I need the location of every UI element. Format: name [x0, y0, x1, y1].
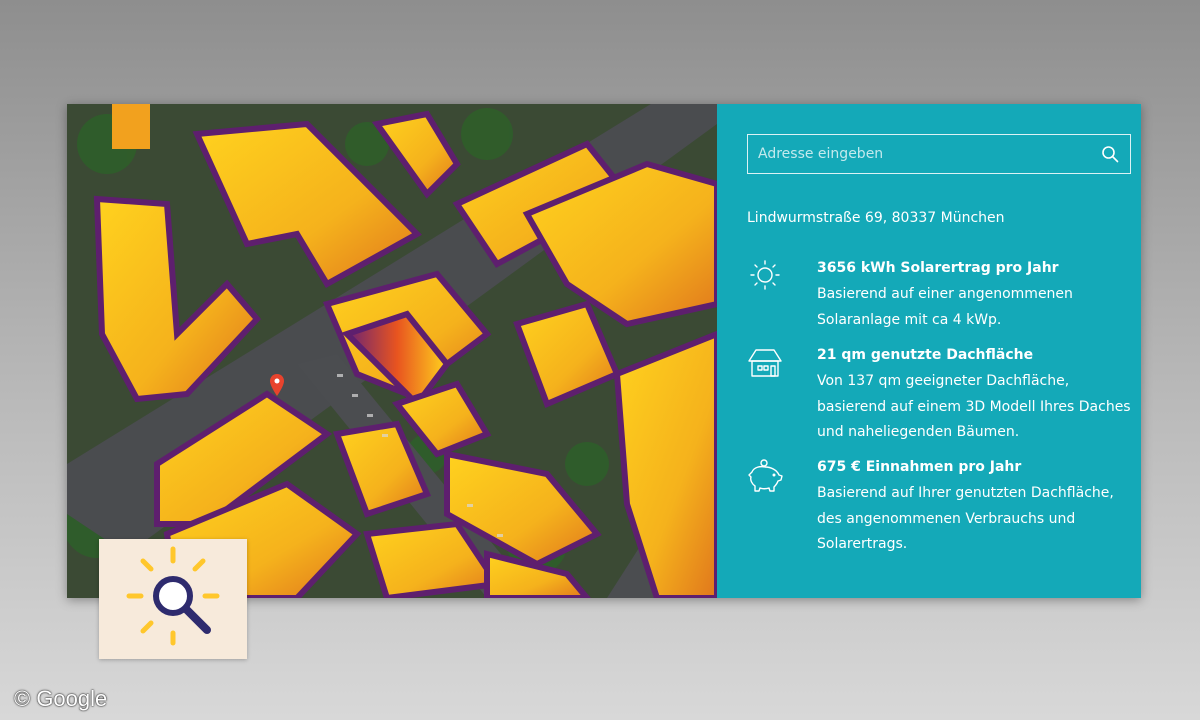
income-desc-line: des angenommenen Verbrauchs und	[817, 510, 1076, 527]
income-desc-line: Basierend auf Ihrer genutzten Dachfläche…	[817, 485, 1114, 501]
sun-magnifier-icon	[99, 539, 247, 659]
map-copyright: © Google	[14, 686, 108, 711]
info-panel: Lindwurmstraße 69, 80337 München 3656 kW…	[717, 104, 1141, 598]
roof-area-title: 21 qm genutzte Dachfläche	[817, 347, 1034, 363]
solar-yield-title: 3656 kWh Solarertrag pro Jahr	[817, 260, 1059, 276]
solar-map[interactable]	[67, 104, 717, 598]
solar-yield-desc-line: Solaranlage mit ca 4 kWp.	[817, 311, 1002, 328]
roof-area-desc-line: und naheliegenden Bäumen.	[817, 424, 1020, 440]
address-search-input[interactable]	[748, 146, 1090, 162]
sun-icon	[750, 260, 780, 290]
selected-address: Lindwurmstraße 69, 80337 München	[747, 210, 1005, 226]
search-icon[interactable]	[1090, 134, 1130, 174]
piggy-bank-icon	[748, 459, 783, 492]
solar-search-logo	[99, 539, 247, 659]
house-icon	[748, 349, 782, 377]
solar-card: Lindwurmstraße 69, 80337 München 3656 kW…	[67, 104, 1141, 598]
income-title: 675 € Einnahmen pro Jahr	[817, 459, 1022, 475]
aerial-map-image	[67, 104, 717, 598]
address-search-box	[747, 134, 1131, 174]
roof-area-desc-line: basierend auf einem 3D Modell Ihres Dach…	[817, 398, 1131, 415]
location-marker-icon[interactable]	[270, 374, 284, 396]
income-desc-line: Solarertrags.	[817, 536, 908, 552]
solar-yield-desc-line: Basierend auf einer angenommenen	[817, 286, 1073, 302]
roof-area-desc-line: Von 137 qm geeigneter Dachfläche,	[817, 373, 1070, 389]
